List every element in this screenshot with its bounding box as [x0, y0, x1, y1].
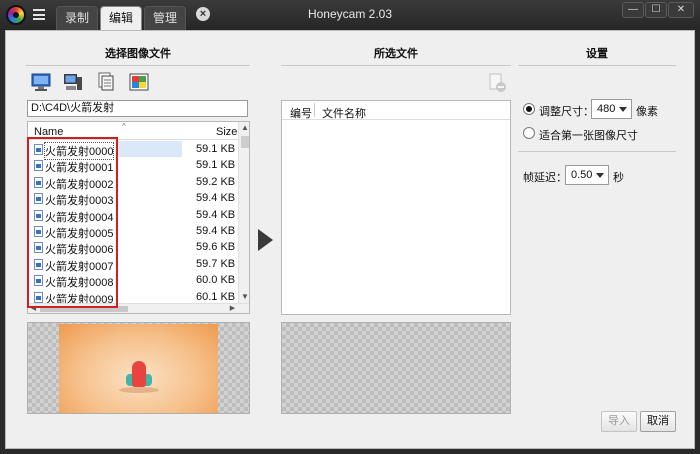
selected-files-title: 所选文件	[374, 48, 418, 60]
frame-delay-unit-label: 秒	[613, 172, 624, 184]
chevron-down-icon	[619, 107, 627, 112]
resize-label: 调整尺寸：	[539, 106, 594, 118]
desktop-icon[interactable]	[31, 72, 51, 92]
clear-list-icon[interactable]	[487, 73, 507, 93]
sort-caret-icon: ^	[122, 122, 126, 131]
frame-delay-value: 0.50	[571, 169, 593, 181]
chevron-down-icon	[596, 173, 604, 178]
divider	[281, 65, 511, 66]
file-size: 59.4 KB	[196, 192, 236, 205]
file-size: 59.1 KB	[196, 143, 236, 155]
minimize-button[interactable]: —	[622, 2, 644, 18]
frame-delay-label: 帧延迟：	[523, 172, 567, 184]
scroll-down-icon[interactable]: ▼	[239, 291, 249, 303]
frame-delay-select[interactable]: 0.50	[565, 165, 609, 185]
resize-size-value: 480	[597, 103, 616, 115]
scroll-up-icon[interactable]: ▲	[239, 122, 249, 134]
selected-preview	[281, 322, 511, 414]
divider	[518, 151, 676, 152]
selected-files-list[interactable]: 编号 文件名称	[281, 100, 511, 315]
selected-files-header: 编号 文件名称	[282, 101, 510, 120]
title-bar: 录制 编辑 管理 × Honeycam 2.03 — ☐ ✕	[0, 0, 700, 30]
resize-size-select[interactable]: 480	[591, 99, 632, 119]
file-size: 59.6 KB	[196, 241, 236, 254]
maximize-button[interactable]: ☐	[645, 2, 667, 18]
selection-highlight	[118, 141, 182, 157]
folder-path-field[interactable]: D:\C4D\火箭发射	[27, 100, 248, 117]
vertical-scrollbar[interactable]: ▲ ▼	[238, 122, 249, 303]
close-window-button[interactable]: ✕	[668, 2, 694, 18]
highlight-annotation-box	[27, 137, 118, 308]
divider	[26, 65, 250, 66]
pictures-icon[interactable]	[129, 72, 149, 92]
fit-first-image-label: 适合第一张图像尺寸	[539, 130, 638, 142]
select-images-title: 选择图像文件	[105, 48, 171, 60]
file-size: 60.1 KB	[196, 290, 236, 303]
cancel-button[interactable]: 取消	[640, 411, 676, 432]
editor-panel: 选择图像文件 D:\C4D\火箭发射 ^ Name Size 火箭发射0000 5…	[5, 30, 695, 449]
import-button[interactable]: 导入	[601, 411, 637, 432]
image-preview	[27, 322, 250, 414]
resize-unit-label: 像素	[636, 106, 658, 118]
settings-title: 设置	[586, 48, 608, 60]
file-size: 59.2 KB	[196, 175, 236, 188]
documents-icon[interactable]	[96, 72, 116, 92]
column-size-header[interactable]: Size	[216, 126, 237, 138]
computer-icon[interactable]	[63, 72, 83, 92]
file-size: 59.7 KB	[196, 257, 236, 270]
column-filename-header[interactable]: 文件名称	[322, 105, 366, 121]
file-size: 59.4 KB	[196, 225, 236, 237]
rocket-icon	[132, 361, 146, 387]
file-size: 59.1 KB	[196, 159, 236, 172]
window-title: Honeycam 2.03	[307, 7, 393, 21]
scroll-right-icon[interactable]: ▶	[227, 304, 238, 313]
fit-first-image-radio[interactable]	[523, 127, 535, 139]
column-index-header[interactable]: 编号	[290, 105, 312, 121]
preview-image	[59, 324, 218, 413]
file-size: 59.4 KB	[196, 208, 236, 221]
file-size: 60.0 KB	[196, 274, 236, 287]
column-separator	[314, 103, 315, 117]
divider	[518, 65, 676, 66]
resize-radio[interactable]	[523, 103, 535, 115]
rocket-shadow	[119, 387, 159, 393]
add-to-selection-arrow-icon[interactable]	[258, 229, 273, 251]
scroll-thumb[interactable]	[241, 136, 249, 148]
